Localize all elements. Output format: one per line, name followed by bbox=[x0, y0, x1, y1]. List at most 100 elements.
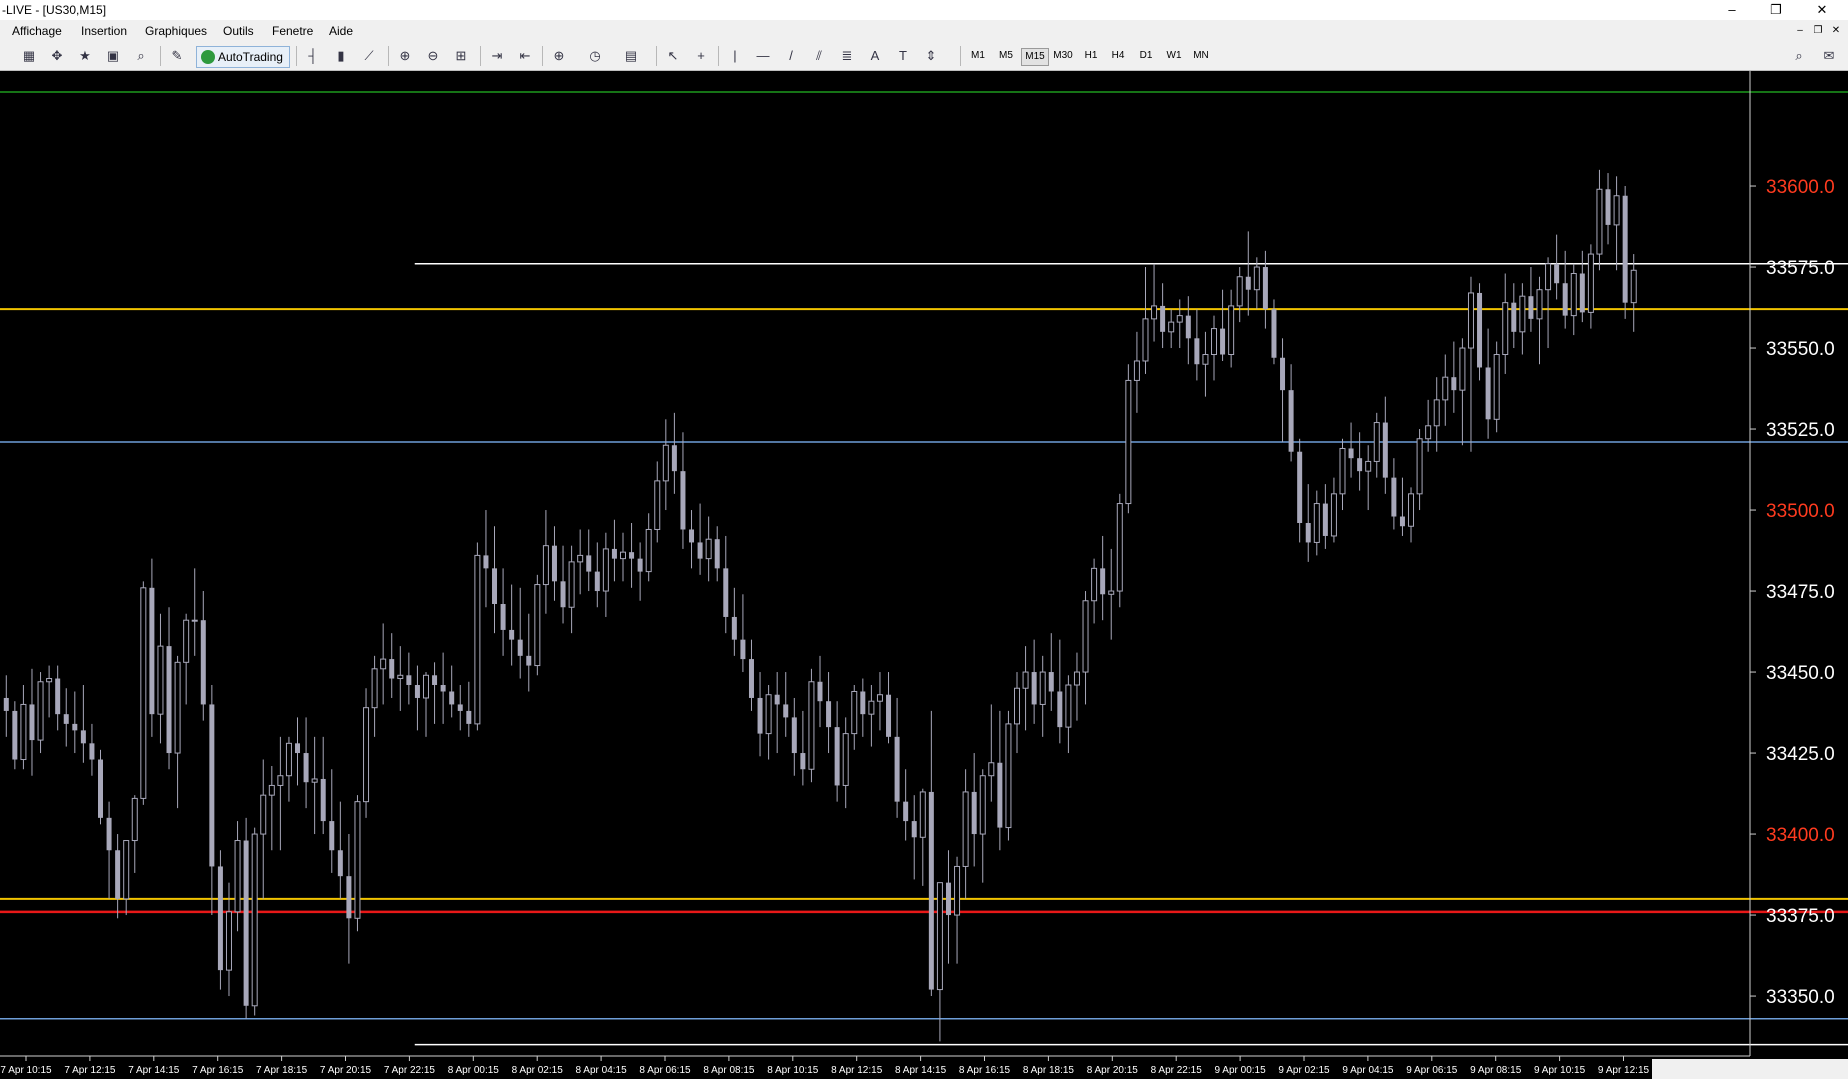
timeframe-d1[interactable]: D1 bbox=[1134, 48, 1158, 64]
candle-body-bear bbox=[1160, 305, 1166, 332]
candle-body-bear bbox=[320, 778, 326, 822]
candle bbox=[363, 688, 370, 818]
text-icon[interactable]: A bbox=[864, 47, 886, 65]
timeframe-h4[interactable]: H4 bbox=[1106, 48, 1130, 64]
candle-body-bear bbox=[115, 850, 121, 899]
trendline-icon[interactable]: / bbox=[780, 47, 802, 65]
menu-fenetre[interactable]: Fenetre bbox=[272, 24, 313, 38]
candle-body-bear bbox=[72, 723, 78, 731]
candle-body-bear bbox=[80, 730, 86, 744]
candlestick-chart-icon[interactable]: ▮ bbox=[330, 47, 352, 65]
crosshair-icon[interactable]: + bbox=[690, 47, 712, 65]
candle-body-bear bbox=[55, 678, 61, 715]
timeframe-m5[interactable]: M5 bbox=[994, 48, 1018, 64]
candle bbox=[217, 850, 223, 990]
timeframe-mn[interactable]: MN bbox=[1189, 48, 1213, 64]
candle-body-bear bbox=[1579, 273, 1585, 313]
arrows-icon[interactable]: ⇕ bbox=[920, 47, 942, 65]
timeframe-w1[interactable]: W1 bbox=[1162, 48, 1186, 64]
navigator-icon[interactable]: ▣ bbox=[102, 47, 124, 65]
candle bbox=[474, 542, 481, 731]
periodicity-icon[interactable]: ◷ bbox=[584, 47, 606, 65]
bar-chart-icon[interactable]: ┤ bbox=[302, 47, 324, 65]
candle-body-bear bbox=[1348, 448, 1354, 459]
line-chart-icon[interactable]: ⟋ bbox=[358, 47, 380, 65]
candle-body-bull bbox=[602, 548, 609, 592]
vertical-line-icon[interactable]: | bbox=[724, 47, 746, 65]
candle-body-bull bbox=[1039, 671, 1046, 705]
timeframe-m15[interactable]: M15 bbox=[1021, 48, 1049, 66]
chart-restore-icon[interactable]: ❐ bbox=[1810, 24, 1826, 38]
time-tick-label: 9 Apr 10:15 bbox=[1534, 1065, 1586, 1076]
candle-body-bear bbox=[440, 685, 446, 692]
tile-windows-icon[interactable]: ⊞ bbox=[450, 47, 472, 65]
candle-body-bull bbox=[123, 840, 130, 900]
close-window-button[interactable]: ✕ bbox=[1800, 0, 1844, 20]
autotrading-button[interactable]: AutoTrading bbox=[196, 46, 290, 68]
candle-body-bull bbox=[183, 619, 190, 663]
candle-body-bull bbox=[842, 733, 849, 786]
timeframe-h1[interactable]: H1 bbox=[1079, 48, 1103, 64]
candle-body-bear bbox=[594, 571, 600, 592]
new-chart-icon[interactable]: ▦ bbox=[18, 47, 40, 65]
menu-affichage[interactable]: Affichage bbox=[12, 24, 62, 38]
toolbar-separator bbox=[480, 46, 481, 66]
data-window-icon[interactable]: ⌕ bbox=[130, 47, 152, 65]
new-order-icon[interactable]: ✎ bbox=[166, 47, 188, 65]
candle-body-bear bbox=[860, 691, 866, 715]
menu-aide[interactable]: Aide bbox=[329, 24, 353, 38]
restore-window-button[interactable]: ❐ bbox=[1754, 0, 1798, 20]
horizontal-line-icon[interactable]: — bbox=[752, 47, 774, 65]
price-chart[interactable]: 33600.0 33575.0 33550.0 33525.0 33500.0 33475… bbox=[0, 71, 1848, 1079]
favorites-icon[interactable]: ★ bbox=[74, 47, 96, 65]
candle-body-bull bbox=[46, 678, 53, 683]
menu-outils[interactable]: Outils bbox=[223, 24, 254, 38]
zoom-in-icon[interactable]: ⊕ bbox=[394, 47, 416, 65]
candle-body-bear bbox=[723, 568, 729, 617]
candle-body-bear bbox=[406, 675, 412, 686]
crosshair-profile-icon[interactable]: ✥ bbox=[46, 47, 68, 65]
chart-shift-icon[interactable]: ⇤ bbox=[514, 47, 536, 65]
candle-body-bull bbox=[380, 658, 387, 670]
candle-body-bull bbox=[1168, 321, 1175, 333]
candle-body-bull bbox=[988, 762, 995, 777]
timeframe-m1[interactable]: M1 bbox=[966, 48, 990, 64]
time-tick-label: 7 Apr 18:15 bbox=[256, 1065, 308, 1076]
candle-body-bull bbox=[191, 619, 198, 622]
fibonacci-icon[interactable]: ≣ bbox=[836, 47, 858, 65]
auto-scroll-icon[interactable]: ⇥ bbox=[486, 47, 508, 65]
indicators-icon[interactable]: ⊕ bbox=[548, 47, 570, 65]
candle-body-bull bbox=[397, 674, 404, 680]
candle-body-bear bbox=[1562, 283, 1568, 316]
time-tick-label: 8 Apr 08:15 bbox=[703, 1065, 755, 1076]
chart-close-icon[interactable]: ✕ bbox=[1828, 24, 1844, 38]
equidistant-channel-icon[interactable]: ⫽ bbox=[808, 47, 830, 65]
menu-insertion[interactable]: Insertion bbox=[81, 24, 127, 38]
candle-body-bull bbox=[936, 882, 943, 991]
search-icon[interactable]: ⌕ bbox=[1788, 47, 1810, 65]
candle-body-bull bbox=[20, 703, 27, 761]
chat-icon[interactable]: ✉ bbox=[1818, 47, 1840, 65]
candle-body-bull bbox=[954, 865, 961, 916]
candle-body-bear bbox=[346, 876, 352, 919]
candle-body-bear bbox=[551, 545, 557, 582]
text-label-icon[interactable]: T bbox=[892, 47, 914, 65]
candle-body-bear bbox=[1605, 189, 1611, 225]
chart-minimize-icon[interactable]: – bbox=[1792, 24, 1808, 38]
candle-body-bear bbox=[517, 639, 523, 656]
minimize-window-button[interactable]: – bbox=[1710, 0, 1754, 20]
menu-graphiques[interactable]: Graphiques bbox=[145, 24, 207, 38]
candle-body-bull bbox=[1459, 347, 1466, 391]
window-title: -LIVE - [US30,M15] bbox=[2, 3, 107, 17]
candle-body-bull bbox=[311, 778, 318, 783]
candle-body-bull bbox=[1442, 376, 1449, 401]
candle-body-bull bbox=[1151, 305, 1158, 320]
candle-body-bear bbox=[1245, 276, 1251, 290]
templates-icon[interactable]: ▤ bbox=[620, 47, 642, 65]
cursor-icon[interactable]: ↖ bbox=[662, 47, 684, 65]
candle-body-bull bbox=[1108, 590, 1115, 595]
candle-body-bear bbox=[731, 616, 737, 640]
zoom-out-icon[interactable]: ⊖ bbox=[422, 47, 444, 65]
timeframe-m30[interactable]: M30 bbox=[1050, 48, 1076, 64]
candle-body-bull bbox=[251, 833, 258, 1007]
